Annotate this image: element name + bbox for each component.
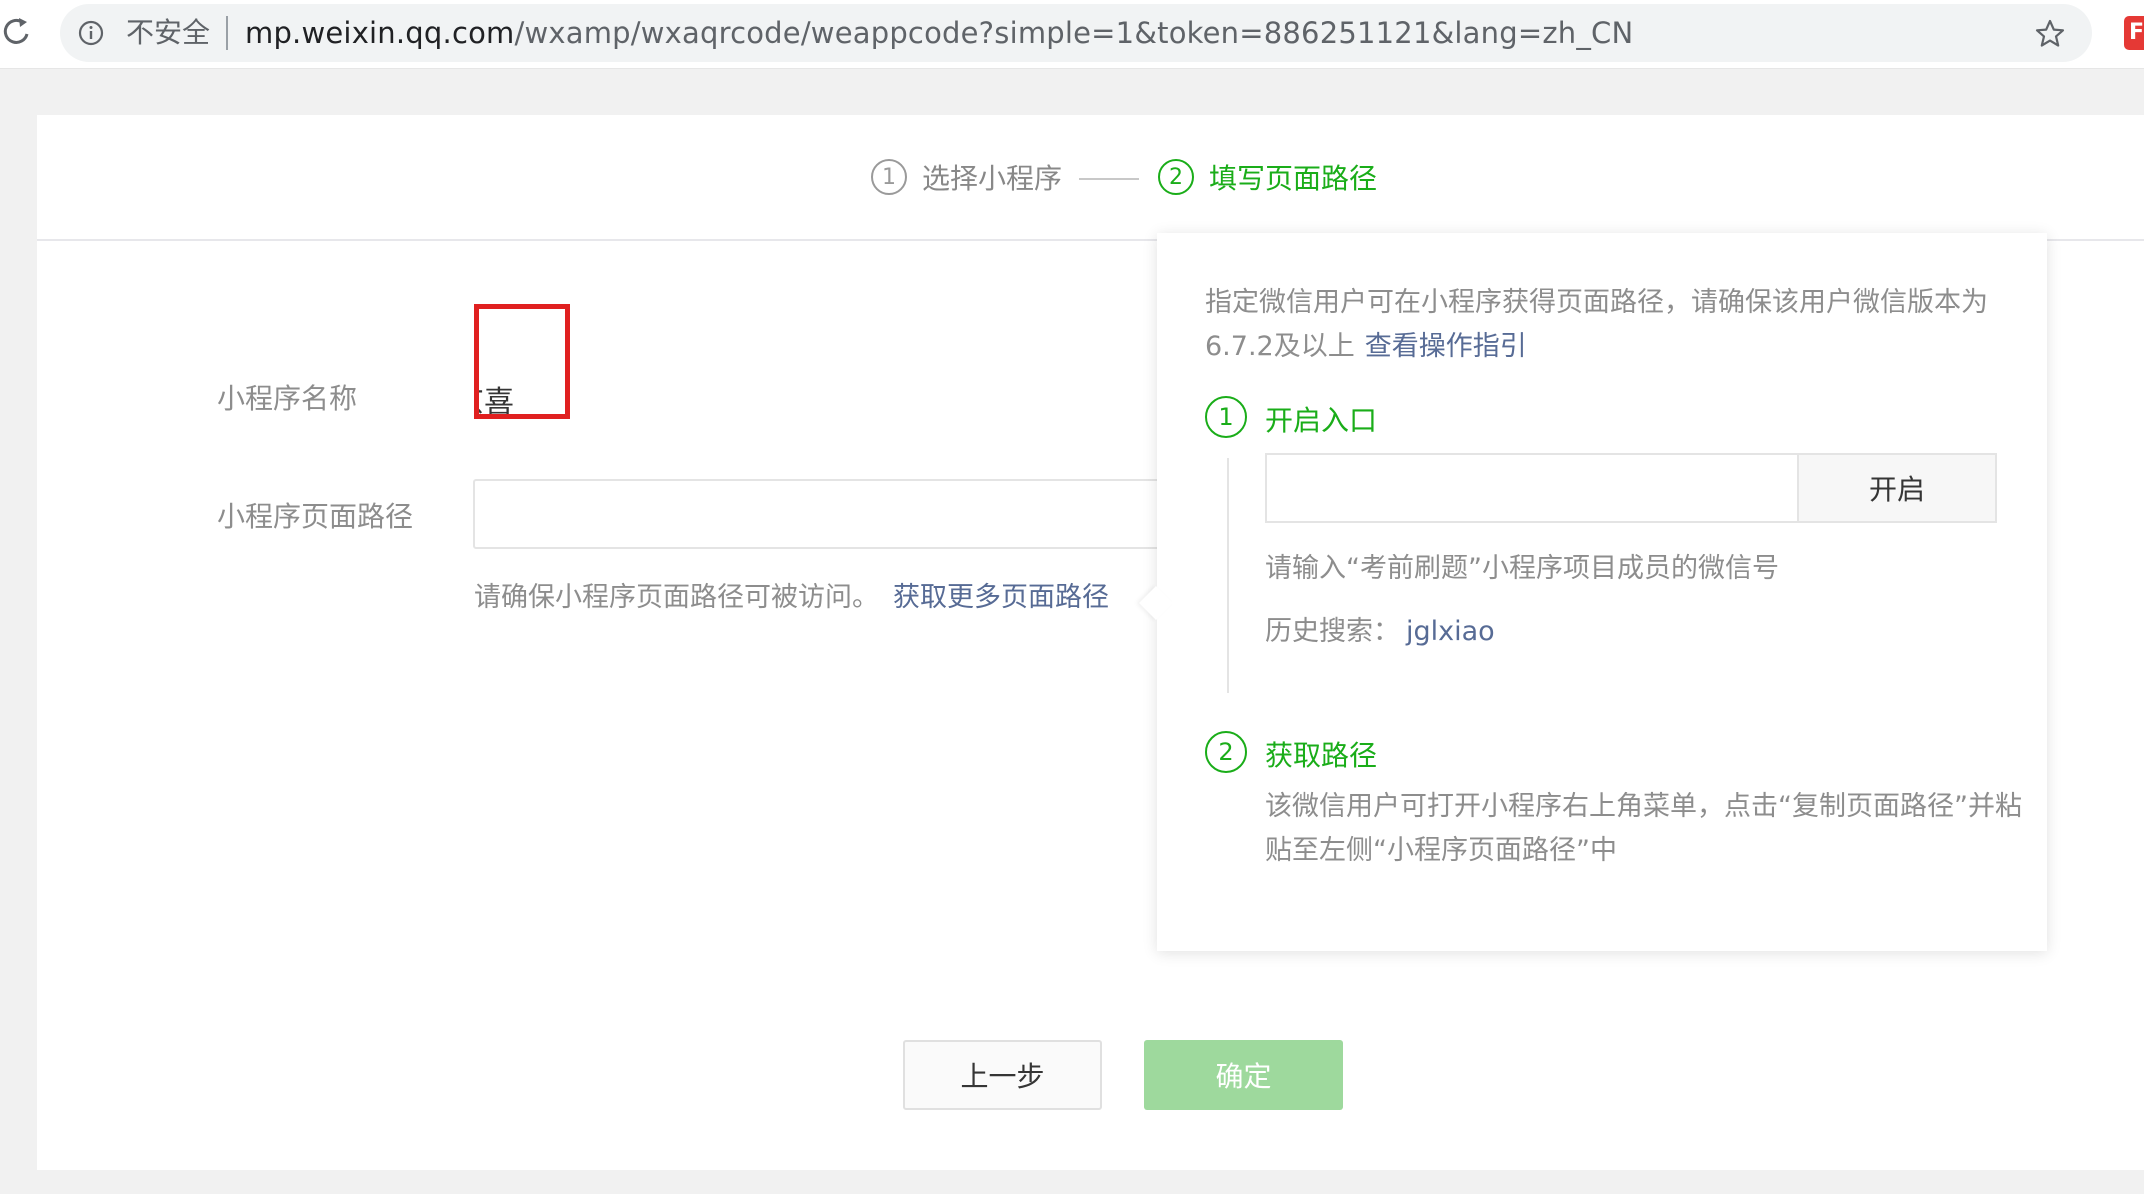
get-path-description: 该微信用户可打开小程序右上角菜单，点击“复制页面路径”并粘贴至左侧“小程序页面路… — [1265, 791, 2022, 866]
substep-number: 2 — [1205, 731, 1247, 773]
info-icon[interactable] — [78, 20, 104, 46]
popover-intro: 指定微信用户可在小程序获得页面路径，请确保该用户微信版本为6.7.2及以上 查看操… — [1205, 281, 2015, 369]
security-label[interactable]: 不安全 — [126, 16, 210, 50]
enable-entry-title: 开启入口 — [1265, 404, 1378, 437]
step-number: 2 — [1158, 159, 1194, 195]
step-label: 填写页面路径 — [1209, 162, 1378, 195]
extension-icon[interactable]: F — [2124, 16, 2144, 50]
intro-text: 指定微信用户可在小程序获得页面路径，请确保该用户微信版本为6.7.2及以上 — [1205, 287, 1988, 362]
step-fill-page-path: 2 填写页面路径 — [1158, 157, 1377, 197]
reload-icon[interactable] — [0, 14, 36, 50]
url-text[interactable]: mp.weixin.qq.com/wxamp/wxaqrcode/weappco… — [245, 16, 1633, 50]
step-number: 1 — [871, 159, 907, 195]
step-select-miniprogram: 1 选择小程序 — [871, 157, 1062, 197]
get-path-title: 获取路径 — [1265, 739, 1378, 772]
url-path: /wxamp/wxaqrcode/weappcode?simple=1&toke… — [514, 16, 1634, 50]
highlight-box — [474, 304, 570, 419]
step-label: 选择小程序 — [922, 162, 1063, 195]
view-guide-link[interactable]: 查看操作指引 — [1365, 331, 1527, 362]
bookmark-star-icon[interactable] — [2034, 18, 2066, 50]
step-indicator: 1 选择小程序 2 填写页面路径 — [37, 115, 2144, 241]
prev-step-button[interactable]: 上一步 — [903, 1040, 1102, 1110]
history-label: 历史搜索： — [1265, 616, 1400, 647]
more-paths-link[interactable]: 获取更多页面路径 — [893, 582, 1109, 613]
search-history: 历史搜索： jglxiao — [1265, 609, 1495, 648]
step-guide-line — [1227, 458, 1229, 693]
page-path-input[interactable] — [473, 479, 1203, 549]
miniprogram-name-label: 小程序名称 — [217, 382, 358, 415]
url-host: mp.weixin.qq.com — [245, 16, 515, 50]
page-path-label: 小程序页面路径 — [217, 500, 414, 533]
enable-button[interactable]: 开启 — [1797, 453, 1997, 523]
substep-number: 1 — [1205, 396, 1247, 438]
history-item[interactable]: jglxiao — [1406, 616, 1495, 647]
divider — [226, 16, 228, 50]
browser-toolbar: 不安全 mp.weixin.qq.com/wxamp/wxaqrcode/wea… — [0, 0, 2144, 69]
step-connector — [1079, 178, 1139, 180]
address-bar[interactable]: 不安全 mp.weixin.qq.com/wxamp/wxaqrcode/wea… — [60, 4, 2092, 62]
confirm-button[interactable]: 确定 — [1144, 1040, 1343, 1110]
page-path-hint: 请确保小程序页面路径可被访问。 获取更多页面路径 — [474, 575, 1109, 614]
wechat-id-hint: 请输入“考前刷题”小程序项目成员的微信号 — [1265, 553, 1779, 584]
wechat-id-input[interactable] — [1265, 453, 1797, 523]
path-guide-popover: 指定微信用户可在小程序获得页面路径，请确保该用户微信版本为6.7.2及以上 查看操… — [1139, 233, 2047, 951]
hint-text: 请确保小程序页面路径可被访问。 — [474, 582, 879, 613]
